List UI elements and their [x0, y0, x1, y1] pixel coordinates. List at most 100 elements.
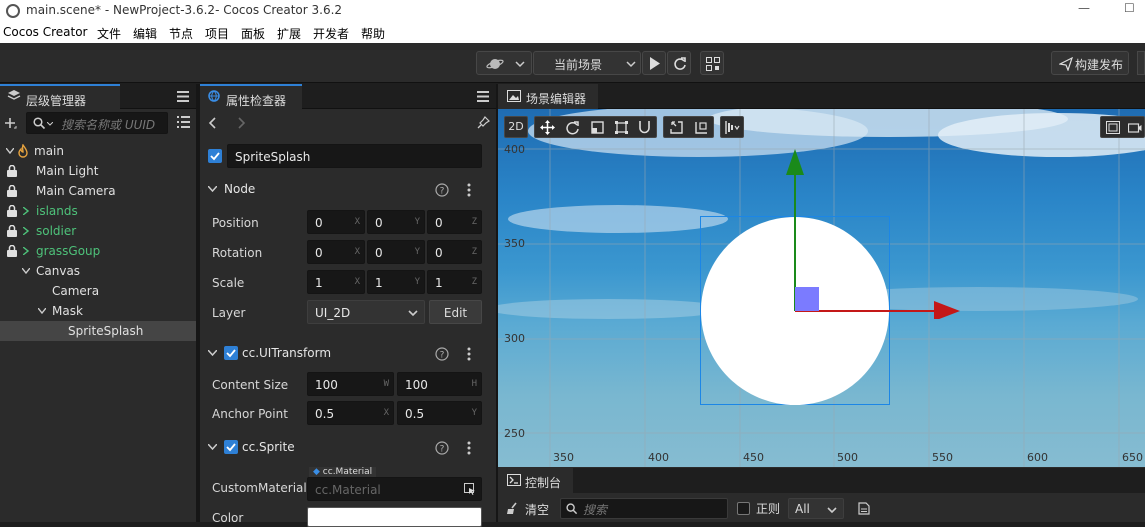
menu-icon[interactable]	[477, 91, 489, 102]
chevron-down-icon	[6, 148, 14, 154]
hierarchy-header: 层级管理器	[0, 84, 196, 109]
custom-material-field[interactable]: cc.Material	[307, 477, 482, 501]
tree-item-camera[interactable]: Camera	[0, 281, 196, 301]
x-tick-label: 450	[743, 451, 764, 464]
layer-value: UI_2D	[315, 306, 351, 320]
scale-y-input[interactable]: 1Y	[367, 270, 425, 294]
content-width-input[interactable]: 100 W	[307, 372, 394, 396]
color-swatch[interactable]	[307, 507, 482, 527]
pivot-icon[interactable]	[669, 120, 684, 135]
menu-developer[interactable]: 开发者	[313, 25, 349, 42]
tree-item-islands[interactable]: islands	[0, 201, 196, 221]
layer-select[interactable]: UI_2D	[307, 300, 425, 324]
local-global-icon[interactable]	[694, 120, 709, 135]
console-panel: 控制台 清空 搜索 正则 All	[498, 468, 1145, 522]
check-icon	[226, 349, 236, 358]
scene-select[interactable]: 当前场景	[533, 51, 641, 75]
uitransform-section-header[interactable]: cc.UITransform ?	[200, 341, 496, 367]
rotate-tool-icon[interactable]	[565, 120, 580, 135]
scene-header: 场景编辑器	[498, 84, 1145, 109]
menu-cocos-creator[interactable]: Cocos Creator	[3, 25, 88, 39]
sprite-enabled-checkbox[interactable]	[224, 440, 238, 454]
menu-file[interactable]: 文件	[97, 25, 121, 42]
menu-icon[interactable]	[177, 91, 189, 102]
tree-item-main-camera[interactable]: Main Camera	[0, 181, 196, 201]
menu-panel[interactable]: 面板	[241, 25, 265, 42]
tree-item-label: Camera	[52, 284, 100, 298]
layer-edit-button[interactable]: Edit	[429, 300, 482, 324]
camera-icon[interactable]	[1128, 121, 1142, 134]
more-icon[interactable]	[467, 347, 471, 361]
tree-item-soldier[interactable]: soldier	[0, 221, 196, 241]
rect-tool-icon[interactable]	[614, 120, 629, 135]
uitransform-enabled-checkbox[interactable]	[224, 346, 238, 360]
minimize-button[interactable]: —	[1078, 1, 1090, 15]
rotation-z-input[interactable]: 0Z	[427, 240, 482, 264]
help-icon[interactable]: ?	[435, 441, 449, 455]
tree-item-spritesplash[interactable]: SpriteSplash	[0, 321, 196, 341]
custom-material-placeholder: cc.Material	[315, 483, 381, 497]
tree-item-grassgoup[interactable]: grassGoup	[0, 241, 196, 261]
anchor-x-input[interactable]: 0.5 X	[307, 401, 394, 425]
node-active-checkbox[interactable]	[208, 149, 222, 163]
check-icon	[210, 152, 220, 161]
position-label: Position	[212, 216, 259, 230]
move-gizmo[interactable]	[786, 143, 966, 319]
add-node-icon[interactable]	[4, 116, 18, 130]
magnet-tool-icon[interactable]	[638, 120, 651, 135]
content-height-input[interactable]: 100 H	[397, 372, 482, 396]
more-icon[interactable]	[467, 441, 471, 455]
maximize-button[interactable]: ☐	[1124, 1, 1135, 15]
anchor-y-input[interactable]: 0.5 Y	[397, 401, 482, 425]
position-x-value: 0	[315, 216, 323, 230]
node-section-header[interactable]: Node ?	[200, 177, 496, 203]
align-tools-button[interactable]	[720, 116, 744, 138]
sprite-section-header[interactable]: cc.Sprite ?	[200, 435, 496, 461]
axis-w-label: W	[383, 379, 389, 389]
back-arrow-icon[interactable]	[208, 117, 216, 129]
refresh-button[interactable]	[667, 51, 691, 75]
console-regex-checkbox[interactable]	[737, 502, 750, 515]
rotation-y-input[interactable]: 0Y	[367, 240, 425, 264]
scene-viewport[interactable]: 400 350 300 250 350 400 450 500 550 600 …	[498, 109, 1145, 467]
qrcode-button[interactable]	[700, 51, 724, 75]
axis-y-label: Y	[414, 247, 420, 257]
console-clear-button[interactable]: 清空	[506, 500, 552, 518]
forward-arrow-icon[interactable]	[238, 117, 246, 129]
mode-2d-button[interactable]: 2D	[504, 116, 528, 138]
help-icon[interactable]: ?	[435, 183, 449, 197]
help-icon[interactable]: ?	[435, 347, 449, 361]
hierarchy-search-input[interactable]: 搜索名称或 UUID	[26, 112, 168, 134]
scale-tool-icon[interactable]	[590, 120, 605, 135]
position-z-input[interactable]: 0Z	[427, 210, 482, 234]
more-icon[interactable]	[467, 183, 471, 197]
list-view-icon[interactable]	[177, 116, 190, 128]
preview-platform-button[interactable]	[476, 51, 532, 75]
scale-x-input[interactable]: 1X	[307, 270, 365, 294]
menu-extension[interactable]: 扩展	[277, 25, 301, 42]
tree-item-mask[interactable]: Mask	[0, 301, 196, 321]
toolbar-extra-button[interactable]	[1137, 51, 1145, 75]
build-publish-button[interactable]: 构建发布	[1051, 51, 1129, 75]
open-log-file-icon[interactable]	[858, 502, 870, 515]
tree-item-main[interactable]: main	[0, 141, 196, 161]
rotation-x-input[interactable]: 0X	[307, 240, 365, 264]
tree-item-main-light[interactable]: Main Light	[0, 161, 196, 181]
pin-icon[interactable]	[477, 116, 490, 129]
position-y-input[interactable]: 0Y	[367, 210, 425, 234]
menu-node[interactable]: 节点	[169, 25, 193, 42]
move-tool-icon[interactable]	[540, 120, 555, 135]
node-name-input[interactable]: SpriteSplash	[227, 144, 482, 168]
console-level-select[interactable]: All	[788, 498, 844, 519]
select-asset-icon[interactable]	[464, 483, 476, 495]
menu-project[interactable]: 项目	[205, 25, 229, 42]
play-button[interactable]	[642, 51, 666, 75]
tree-item-canvas[interactable]: Canvas	[0, 261, 196, 281]
transform-tools-group	[534, 116, 657, 138]
menu-help[interactable]: 帮助	[361, 25, 385, 42]
menu-edit[interactable]: 编辑	[133, 25, 157, 42]
position-x-input[interactable]: 0X	[307, 210, 365, 234]
screen-icon[interactable]	[1106, 121, 1120, 134]
scale-z-input[interactable]: 1Z	[427, 270, 482, 294]
console-search-input[interactable]: 搜索	[560, 498, 728, 519]
